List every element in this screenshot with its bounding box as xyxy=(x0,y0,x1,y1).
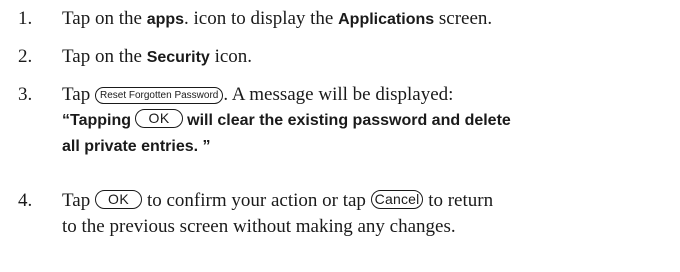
step-number: 2. xyxy=(18,46,33,67)
cancel-button[interactable]: Cancel xyxy=(370,190,424,209)
step-text-fragment: Tap xyxy=(62,84,95,105)
step-number: 3. xyxy=(18,84,33,105)
step-text: Tap OK to confirm your action or tap Can… xyxy=(62,188,493,214)
step-text-fragment: . icon to display the xyxy=(184,8,339,29)
step-number: 1. xyxy=(18,8,33,29)
ok-button[interactable]: OK xyxy=(135,109,183,128)
displayed-message-line-2: all private entries. ” xyxy=(62,138,211,155)
instruction-list: 1. Tap on the apps. icon to display the … xyxy=(0,0,680,272)
step-text-fragment: Tap xyxy=(62,190,95,211)
step-text: Tap Reset Forgotten Password. A message … xyxy=(62,82,453,108)
step-number: 4. xyxy=(18,190,33,211)
step-text: Tap on the Security icon. xyxy=(62,44,252,71)
displayed-message: “Tapping OK will clear the existing pass… xyxy=(62,108,511,134)
step-text-line-2: to the previous screen without making an… xyxy=(62,216,456,237)
reset-forgotten-password-button[interactable]: Reset Forgotten Password xyxy=(94,87,224,104)
apps-icon-label: apps xyxy=(146,11,185,28)
step-text-fragment: Tap on the xyxy=(62,46,147,67)
message-fragment: will clear the existing password and del… xyxy=(182,112,511,129)
step-text-fragment: screen. xyxy=(434,8,493,29)
step-text-fragment: Tap on the xyxy=(62,8,147,29)
step-text: Tap on the apps. icon to display the App… xyxy=(62,6,492,33)
step-text-fragment: to return xyxy=(423,190,494,211)
step-text-fragment: icon. xyxy=(209,46,253,67)
security-icon-label: Security xyxy=(146,49,210,66)
step-text-fragment: to confirm your action or tap xyxy=(142,190,371,211)
message-fragment: “Tapping xyxy=(62,112,136,129)
step-text-fragment: . A message will be displayed: xyxy=(223,84,454,105)
applications-screen-label: Applications xyxy=(338,11,435,28)
ok-button[interactable]: OK xyxy=(94,190,143,209)
